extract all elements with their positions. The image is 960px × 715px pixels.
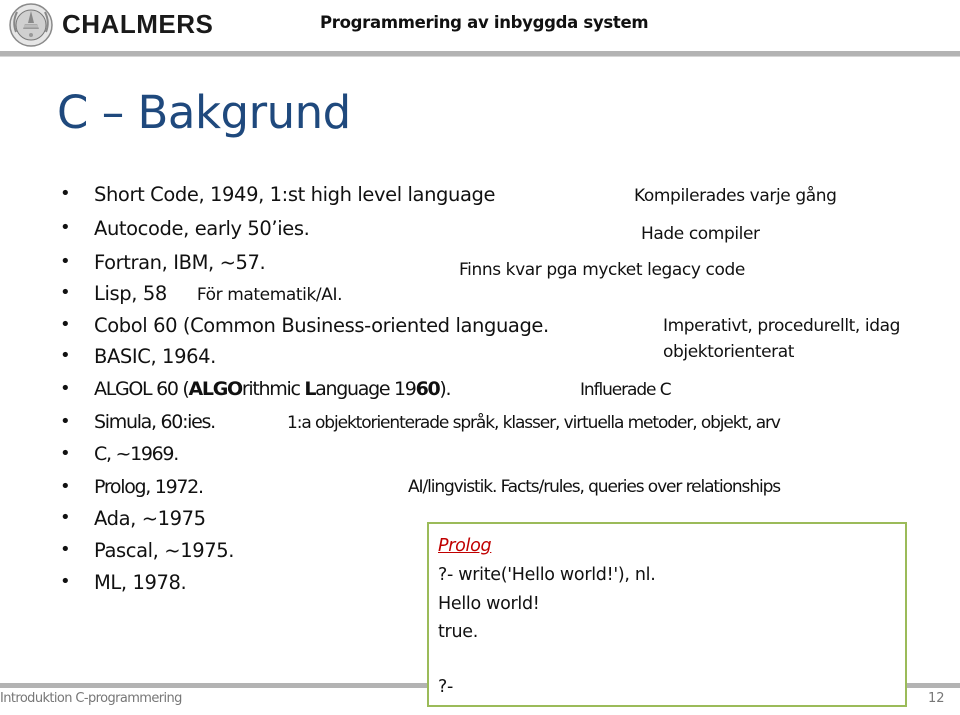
bullet-text: Autocode, early 50’ies. [94,217,310,240]
bullet-text: Short Code, 1949, 1:st high level langua… [94,183,496,206]
logo-text: CHALMERS [62,9,214,39]
bullet-icon: • [60,314,71,335]
prolog-code-line: ?- write('Hello world!'), nl. [438,565,656,585]
bullet-text: Simula, 60:ies. [94,411,216,433]
bullet-icon: • [60,539,71,560]
fortran-note: Finns kvar pga mycket legacy code [459,260,745,280]
bullet-icon: • [60,282,71,303]
cobol-note-line1: Imperativt, procedurellt, idag [663,316,901,336]
slide-title: C – Bakgrund [57,86,351,139]
prolog-box-heading: Prolog [438,536,492,556]
bullet-icon: • [60,183,71,204]
university-seal-icon [9,3,53,47]
prolog-code-line: true. [438,622,478,642]
algol-note: Influerade C [580,380,672,400]
bullet-icon: • [60,571,71,592]
short-code-note: Kompilerades varje gång [634,186,837,206]
footer-divider-right [905,683,960,688]
course-title: Programmering av inbyggda system [320,13,649,32]
bullet-text: Pascal, ~1975. [94,539,235,562]
prolog-example-box: Prolog ?- write('Hello world!'), nl. Hel… [427,522,907,707]
bullet-text: Fortran, IBM, ~57. [94,251,266,274]
prolog-code-line: ?- [438,677,454,697]
bullet-text: Ada, ~1975 [94,507,206,530]
bullet-text: Prolog, 1972. [94,476,204,498]
autocode-note: Hade compiler [641,224,760,244]
bullet-icon: • [60,476,71,497]
footer-course-name: Introduktion C-programmering [0,691,182,706]
bullet-text: BASIC, 1964. [94,345,216,368]
bullet-icon: • [60,378,71,399]
footer-divider-left [0,683,430,688]
bullet-icon: • [60,251,71,272]
cobol-note-line2: objektorienterat [663,342,795,362]
bullet-icon: • [60,507,71,528]
bullet-icon: • [60,217,71,238]
bullet-text: ML, 1978. [94,571,187,594]
lisp-note: För matematik/AI. [196,285,343,305]
bullet-text: C, ~1969. [94,443,179,465]
prolog-note: AI/lingvistik. Facts/rules, queries over… [408,477,781,497]
bullet-icon: • [60,411,71,432]
page-number: 12 [928,691,945,706]
bullet-icon: • [60,345,71,366]
bullet-text: ALGOL 60 (ALGOrithmic Language 1960). [94,378,452,400]
prolog-code-line: Hello world! [438,594,540,614]
bullet-icon: • [60,443,71,464]
bullet-text: Cobol 60 (Common Business-oriented langu… [94,314,549,337]
simula-note: 1:a objektorienterade språk, klasser, vi… [287,413,781,433]
header-divider [0,51,960,57]
bullet-text: Lisp, 58 [94,282,167,305]
